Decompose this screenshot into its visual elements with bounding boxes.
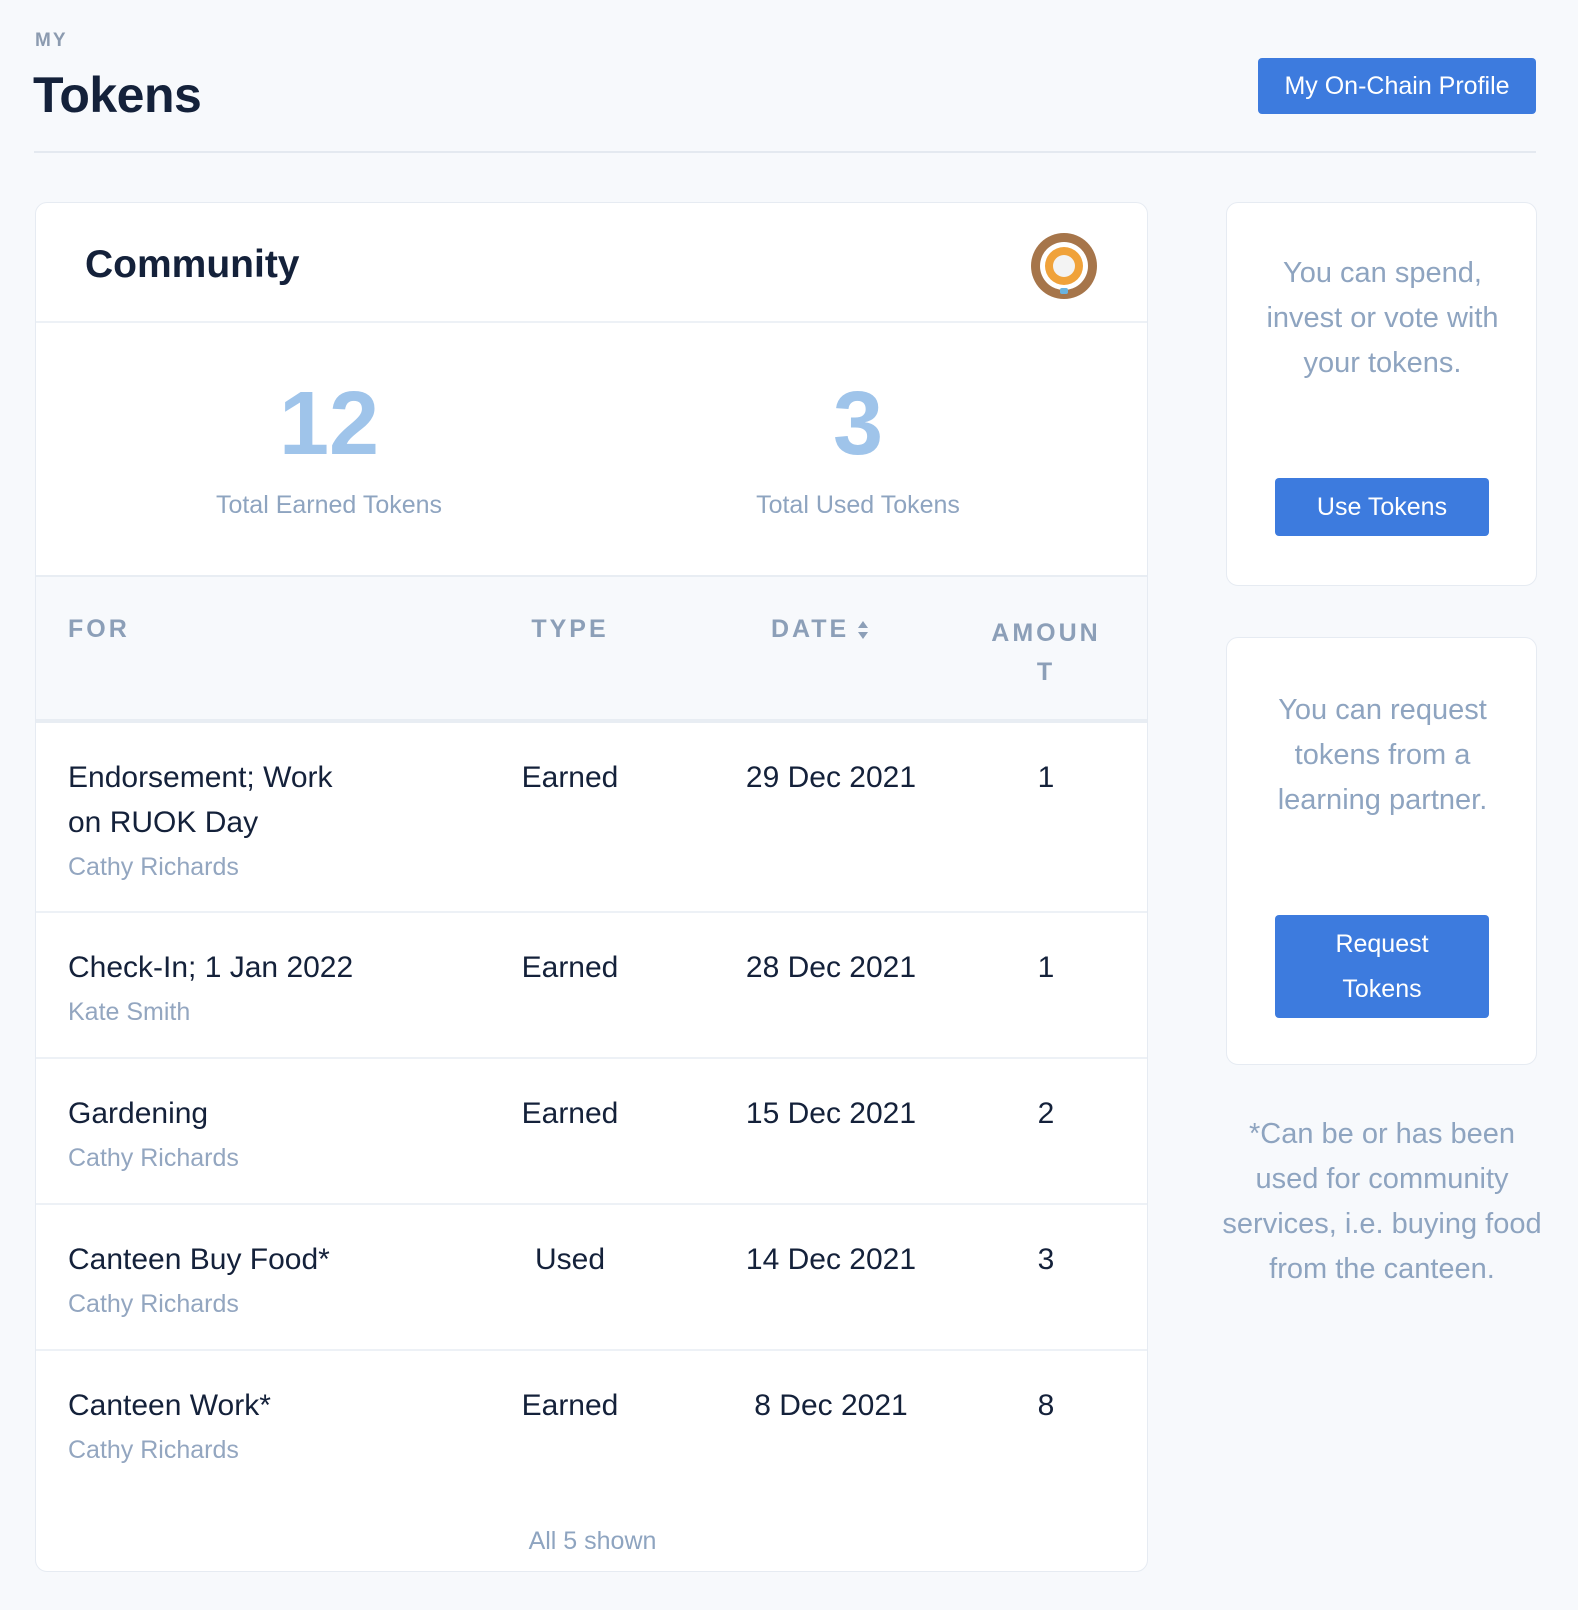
- request-tokens-button[interactable]: Request Tokens: [1275, 915, 1489, 1018]
- community-services-disclaimer: *Can be or has been used for community s…: [1222, 1118, 1542, 1285]
- row-for-person: Kate Smith: [68, 998, 191, 1026]
- column-header-for: FOR: [68, 615, 130, 643]
- row-for-person: Cathy Richards: [68, 1290, 239, 1318]
- row-type: Earned: [521, 951, 619, 984]
- row-for-title: Endorsement; Work on RUOK Day: [68, 761, 333, 839]
- page-title: Tokens: [33, 67, 202, 123]
- use-tokens-card: You can spend, invest or vote with your …: [1226, 202, 1537, 586]
- row-for-person: Cathy Richards: [68, 853, 239, 881]
- request-tokens-text: You can request tokens from a learning p…: [1277, 694, 1488, 816]
- row-type: Used: [534, 1243, 606, 1276]
- row-amount: 8: [1037, 1389, 1055, 1422]
- total-used-value: 3: [832, 374, 884, 474]
- page-eyebrow: MY: [35, 30, 68, 51]
- column-header-date-label: DATE: [771, 615, 850, 643]
- column-header-amount: AMOUNT: [991, 619, 1101, 686]
- row-date: 14 Dec 2021: [745, 1243, 917, 1276]
- row-for-person: Cathy Richards: [68, 1144, 239, 1172]
- header-divider: [34, 151, 1536, 153]
- community-card-header: Community: [36, 203, 1147, 323]
- row-for: Check-In; 1 Jan 2022 Kate Smith: [68, 945, 358, 1032]
- on-chain-profile-button[interactable]: My On-Chain Profile: [1258, 58, 1536, 114]
- use-tokens-text: You can spend, invest or vote with your …: [1266, 257, 1499, 379]
- token-stats: 12 Total Earned Tokens 3 Total Used Toke…: [36, 323, 1147, 577]
- rows-shown-note: All 5 shown: [528, 1527, 657, 1555]
- row-for: Canteen Work* Cathy Richards: [68, 1383, 358, 1470]
- table-row[interactable]: Gardening Cathy Richards Earned 15 Dec 2021…: [36, 1059, 1147, 1205]
- row-date: 8 Dec 2021: [754, 1389, 908, 1422]
- row-for: Endorsement; Work on RUOK Day Cathy Richa…: [68, 755, 358, 887]
- row-date: 15 Dec 2021: [745, 1097, 917, 1130]
- total-earned-label: Total Earned Tokens: [215, 491, 443, 519]
- table-header: FOR TYPE DATE AMOUNT: [36, 577, 1147, 723]
- row-for-title: Canteen Work*: [68, 1389, 271, 1422]
- row-type: Earned: [521, 761, 619, 794]
- use-tokens-button[interactable]: Use Tokens: [1275, 478, 1489, 536]
- sort-icon[interactable]: [857, 620, 869, 640]
- tokens-page: MY Tokens My On-Chain Profile Community …: [0, 0, 1578, 1610]
- request-tokens-card: You can request tokens from a learning p…: [1226, 637, 1537, 1065]
- row-amount: 1: [1037, 761, 1055, 794]
- column-header-date[interactable]: DATE: [771, 615, 971, 644]
- total-earned-value: 12: [278, 374, 380, 474]
- column-header-type: TYPE: [531, 615, 609, 643]
- table-row[interactable]: Canteen Work* Cathy Richards Earned 8 Dec 2…: [36, 1351, 1147, 1497]
- row-amount: 2: [1037, 1097, 1055, 1130]
- row-for-title: Gardening: [68, 1097, 209, 1130]
- community-card: Community 12 Total Earned Tokens 3 Total…: [35, 202, 1148, 1572]
- row-amount: 3: [1037, 1243, 1055, 1276]
- table-row[interactable]: Check-In; 1 Jan 2022 Kate Smith Earned 28 D…: [36, 913, 1147, 1059]
- row-for-person: Cathy Richards: [68, 1436, 239, 1464]
- total-used-label: Total Used Tokens: [756, 491, 960, 519]
- row-type: Earned: [521, 1389, 619, 1422]
- row-for: Canteen Buy Food* Cathy Richards: [68, 1237, 358, 1324]
- community-logo-icon: [1031, 233, 1097, 299]
- row-type: Earned: [521, 1097, 619, 1130]
- community-title: Community: [85, 243, 300, 286]
- row-date: 29 Dec 2021: [745, 761, 917, 794]
- row-date: 28 Dec 2021: [745, 951, 917, 984]
- row-for: Gardening Cathy Richards: [68, 1091, 358, 1178]
- row-for-title: Canteen Buy Food*: [68, 1243, 330, 1276]
- row-amount: 1: [1037, 951, 1055, 984]
- row-for-title: Check-In; 1 Jan 2022: [68, 951, 354, 984]
- token-table-body: Endorsement; Work on RUOK Day Cathy Richa…: [36, 723, 1147, 1497]
- table-row[interactable]: Endorsement; Work on RUOK Day Cathy Richa…: [36, 723, 1147, 913]
- table-row[interactable]: Canteen Buy Food* Cathy Richards Used 14 De…: [36, 1205, 1147, 1351]
